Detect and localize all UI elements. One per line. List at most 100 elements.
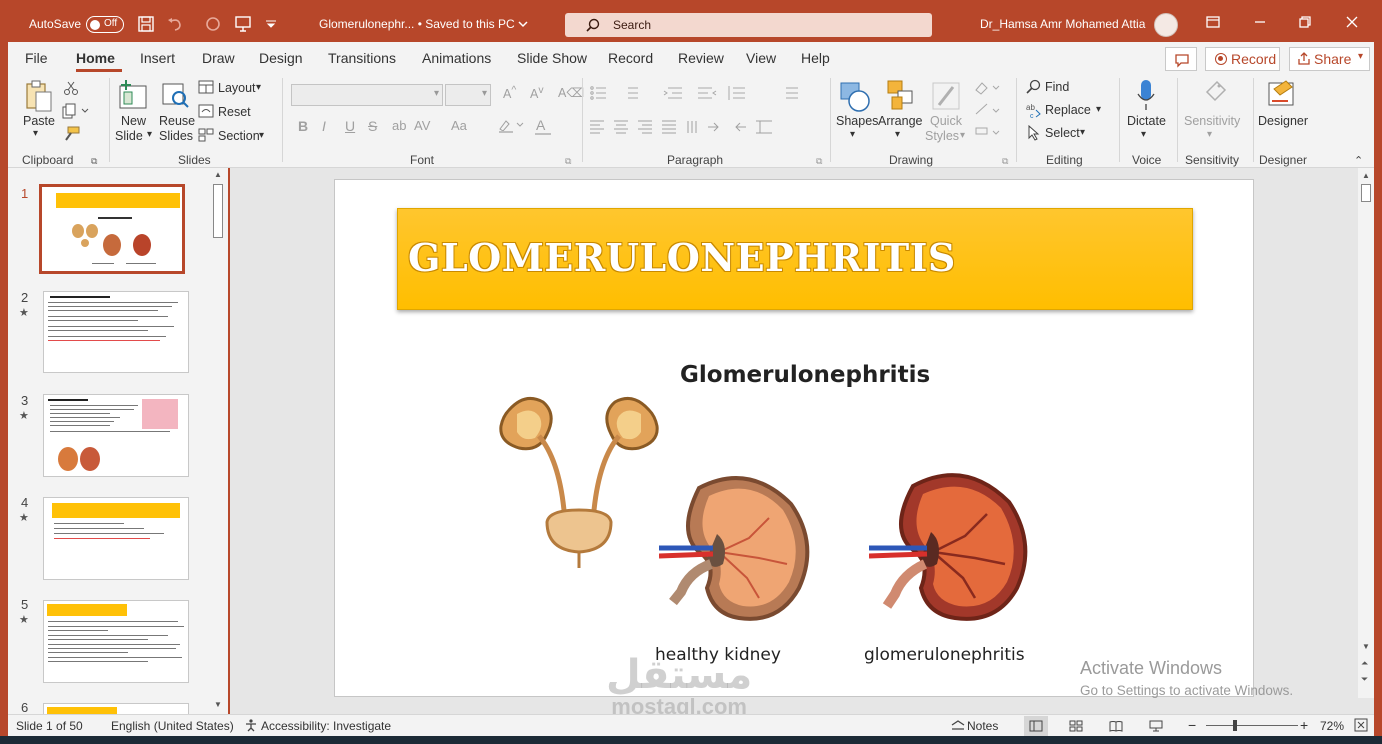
ribbon-display-icon[interactable] [1204,14,1222,32]
tab-file[interactable]: File [25,50,48,66]
section-icon[interactable] [198,128,214,145]
shapes-button[interactable]: Shapes [836,114,878,128]
sensitivity-button[interactable]: Sensitivity [1184,114,1240,128]
new-slide-label-1[interactable]: New [121,114,146,128]
clear-formatting-icon[interactable]: A⌫ [558,85,584,100]
character-spacing-button[interactable]: AV [414,118,430,133]
replace-button[interactable]: Replace [1045,103,1091,117]
tab-home[interactable]: Home [76,50,115,66]
chevron-down-icon[interactable]: ▾ [1080,127,1085,138]
chevron-down-icon[interactable]: ▾ [1096,104,1101,115]
tab-insert[interactable]: Insert [140,50,175,66]
dictate-button[interactable]: Dictate [1127,114,1166,128]
sensitivity-icon[interactable] [1203,78,1229,111]
chevron-down-icon[interactable]: ▾ [33,128,38,139]
comments-button[interactable] [1165,47,1197,71]
change-case-button[interactable]: Aa [451,118,467,133]
strikethrough-button[interactable]: S [368,118,377,134]
reading-view-button[interactable] [1104,716,1128,736]
reuse-slides-icon[interactable] [160,80,190,113]
fit-slide-icon[interactable] [1354,718,1368,735]
chevron-down-icon[interactable]: ▾ [1207,129,1212,140]
microphone-icon[interactable] [1136,78,1156,115]
chevron-down-icon[interactable]: ▾ [850,129,855,140]
minimize-icon[interactable] [1251,14,1269,32]
tab-slide-show[interactable]: Slide Show [517,50,587,66]
scrollbar-thumb[interactable] [213,184,223,238]
cut-icon[interactable] [63,80,79,99]
chevron-down-icon[interactable]: ▾ [259,130,264,141]
tab-view[interactable]: View [746,50,776,66]
increase-font-icon[interactable]: A^ [503,85,516,101]
slide-title[interactable]: GLOMERULONEPHRITIS [408,235,956,280]
bold-button[interactable]: B [298,118,308,134]
layout-button[interactable]: Layout [218,81,256,95]
shape-format-icons[interactable] [973,80,1003,143]
underline-button[interactable]: U [345,118,355,134]
slide-sorter-button[interactable] [1064,716,1088,736]
dialog-launcher-icon[interactable]: ⧉ [91,156,97,167]
slide-thumbnail-5[interactable] [43,600,189,683]
tab-review[interactable]: Review [678,50,724,66]
paste-button[interactable]: Paste [23,114,55,128]
record-button[interactable]: Record [1205,47,1280,71]
scroll-down-icon[interactable]: ▼ [1362,642,1370,651]
arrange-icon[interactable] [886,79,918,116]
tab-help[interactable]: Help [801,50,830,66]
font-name-combo[interactable]: ▾ [291,84,443,106]
tab-draw[interactable]: Draw [202,50,235,66]
quick-styles-label-2[interactable]: Styles [925,129,959,143]
slide-thumbnail-4[interactable] [43,497,189,580]
reset-button[interactable]: Reset [218,105,251,119]
share-button[interactable]: Share ▾ [1289,47,1370,71]
dialog-launcher-icon[interactable]: ⧉ [816,156,822,167]
customize-toolbar-icon[interactable] [265,18,277,28]
zoom-level[interactable]: 72% [1320,719,1344,733]
start-slideshow-icon[interactable] [233,14,253,34]
font-size-combo[interactable]: ▾ [445,84,491,106]
slide-title-box[interactable]: GLOMERULONEPHRITIS [397,208,1193,310]
notes-button[interactable]: Notes [967,719,998,733]
shapes-icon[interactable] [839,79,871,116]
format-painter-icon[interactable] [62,126,80,145]
close-icon[interactable] [1343,14,1361,32]
select-button[interactable]: Select [1045,126,1080,140]
designer-button[interactable]: Designer [1258,114,1308,128]
slide-scrollbar[interactable]: ▲ ▼ ⏶ ⏷ [1358,168,1374,698]
thumbnail-scrollbar[interactable]: ▲ ▼ [211,168,225,714]
new-slide-icon[interactable] [118,80,148,113]
zoom-in-icon[interactable]: + [1300,717,1308,733]
copy-icon[interactable] [61,103,89,122]
accessibility-status[interactable]: Accessibility: Investigate [261,719,391,733]
undo-icon[interactable] [165,14,185,34]
scroll-down-icon[interactable]: ▼ [214,700,222,709]
tab-animations[interactable]: Animations [422,50,491,66]
tab-transitions[interactable]: Transitions [328,50,396,66]
new-slide-label-2[interactable]: Slide [115,129,143,143]
autosave-toggle[interactable]: Off [86,16,124,33]
accessibility-icon[interactable] [244,718,258,735]
arrange-button[interactable]: Arrange [878,114,922,128]
zoom-slider[interactable] [1206,725,1298,726]
dialog-launcher-icon[interactable]: ⧉ [1002,156,1008,167]
reuse-slides-label-2[interactable]: Slides [159,129,193,143]
paste-icon[interactable] [24,80,54,114]
layout-icon[interactable] [198,80,214,97]
section-button[interactable]: Section [218,129,260,143]
chevron-down-icon[interactable]: ▾ [256,82,261,93]
designer-icon[interactable] [1266,77,1298,112]
normal-view-button[interactable] [1024,716,1048,736]
select-cursor-icon[interactable] [1027,124,1041,144]
italic-button[interactable]: I [322,118,326,134]
document-title[interactable]: Glomerulonephr... • Saved to this PC [319,17,515,31]
next-slide-icon[interactable]: ⏷ [1361,674,1368,685]
reuse-slides-label-1[interactable]: Reuse [159,114,195,128]
notes-icon[interactable] [950,719,966,734]
reset-icon[interactable] [198,104,214,121]
tab-design[interactable]: Design [259,50,303,66]
scroll-up-icon[interactable]: ▲ [214,170,222,179]
tab-record[interactable]: Record [608,50,653,66]
replace-icon[interactable]: ab c [1026,102,1042,121]
find-icon[interactable] [1026,79,1042,98]
slideshow-view-button[interactable] [1144,716,1168,736]
